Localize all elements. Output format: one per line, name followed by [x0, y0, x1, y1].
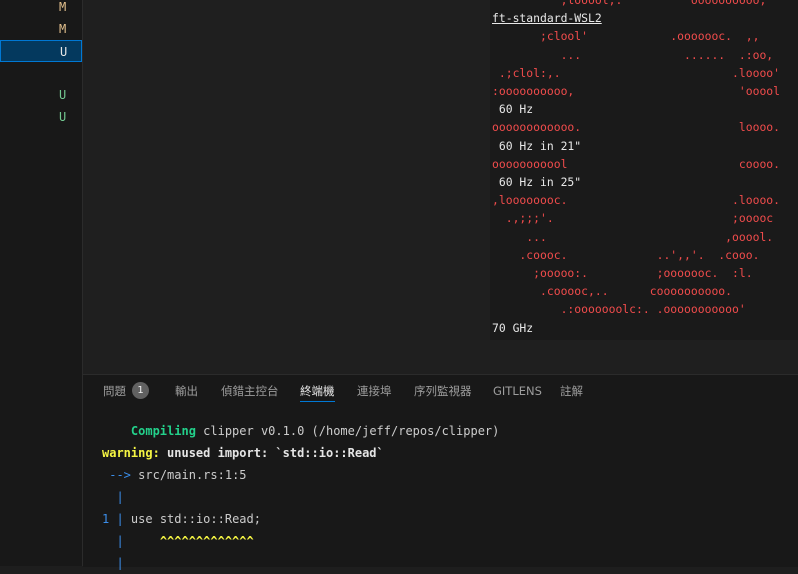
ascii-line: 60 Hz in 25": [498, 175, 582, 190]
bottom-panel: 問題 1 輸出 偵錯主控台 終端機 連接埠 序列監視器 GITLENS 註解 Co…: [83, 374, 798, 570]
ascii-line: .coooc. ..',,'. .cooo.: [519, 247, 760, 262]
tab-ports[interactable]: 連接埠: [357, 375, 392, 407]
ascii-line: ;ooooo:. ;ooooooc. :l.: [533, 266, 753, 281]
gutter-pipe: |: [116, 556, 124, 570]
ascii-line: ;clool' .ooooooc. ,,: [540, 29, 760, 44]
git-status-untracked: U: [59, 110, 67, 124]
tab-comments[interactable]: 註解: [560, 375, 583, 407]
tab-serial-monitor[interactable]: 序列監視器: [414, 375, 472, 407]
ascii-line: .cooooc,.. coooooooooo.: [540, 284, 733, 299]
tab-label: 連接埠: [357, 384, 392, 398]
ascii-line: ... ...... .:oo,: [560, 47, 774, 62]
terminal-line: warning: unused import: `std::io::Read`: [102, 442, 384, 464]
location-arrow: -->: [109, 468, 131, 482]
tab-label: 問題: [103, 384, 126, 398]
git-status-untracked: U: [60, 45, 68, 59]
ascii-line: ... ,ooool.: [526, 229, 774, 244]
source-line-number: 1: [102, 512, 110, 526]
tab-debug-console[interactable]: 偵錯主控台: [221, 375, 279, 407]
ascii-line: 70 GHz: [492, 320, 534, 335]
problems-count-badge: 1: [132, 382, 149, 399]
compiling-label: Compiling: [130, 424, 196, 438]
ascii-line: 60 Hz in 21": [498, 138, 582, 153]
gutter-pipe: |: [116, 534, 124, 548]
ascii-line: :oooooooooo, 'ooool: [492, 84, 781, 99]
explorer-file-row-selected[interactable]: U: [0, 40, 82, 62]
explorer-sidebar: M M U U U: [0, 0, 83, 566]
ascii-line: oooooooooooo. loooo.: [492, 120, 781, 135]
explorer-file-row[interactable]: M: [0, 0, 82, 18]
ascii-line: ooooooooool coooo.: [492, 156, 781, 171]
tab-gitlens[interactable]: GITLENS: [493, 375, 542, 407]
warning-location: src/main.rs:1:5: [130, 468, 247, 482]
gutter-pipe: |: [116, 512, 124, 526]
tab-label: 偵錯主控台: [221, 384, 279, 398]
tab-label: 終端機: [300, 384, 335, 398]
ascii-line: .':loooooo; ,oooooooooc: [492, 339, 726, 340]
git-status-modified: M: [59, 0, 67, 14]
ascii-art: ;looool;. oooooooooo, ft-standard-WSL2 ;…: [490, 0, 798, 340]
gutter-pipe: |: [116, 490, 124, 504]
ascii-line: .;clol:,. .loooo': [498, 65, 781, 80]
ascii-line: ft-standard-WSL2: [492, 11, 602, 26]
ascii-line: 60 Hz: [498, 102, 534, 117]
tab-label: 輸出: [175, 384, 198, 398]
tab-terminal[interactable]: 終端機: [300, 375, 335, 407]
terminal-line: --> src/main.rs:1:5: [102, 464, 247, 486]
image-preview: ;looool;. oooooooooo, ft-standard-WSL2 ;…: [490, 0, 798, 340]
explorer-file-row[interactable]: U: [0, 84, 82, 106]
terminal-line: | ^^^^^^^^^^^^^: [102, 530, 254, 552]
ascii-line: ;looool;. oooooooooo,: [560, 0, 767, 7]
git-status-modified: M: [59, 22, 67, 36]
terminal-line: 1 | use std::io::Read;: [102, 508, 261, 530]
compiling-text: clipper v0.1.0 (/home/jeff/repos/clipper…: [195, 424, 500, 438]
ascii-line: .:ooooooolc:. .ooooooooooo': [560, 302, 746, 317]
warning-text: unused import: `std::io::Read`: [159, 446, 384, 460]
ascii-line: .,;;;'. ;ooooc: [505, 211, 774, 226]
tab-problems[interactable]: 問題 1: [103, 375, 149, 407]
git-status-untracked: U: [59, 88, 67, 102]
warning-label: warning:: [102, 446, 160, 460]
terminal-line: |: [102, 486, 124, 508]
explorer-file-row[interactable]: M: [0, 18, 82, 40]
tab-label: GITLENS: [493, 384, 542, 398]
tab-label: 註解: [560, 384, 583, 398]
tab-label: 序列監視器: [414, 384, 472, 398]
panel-tab-bar: 問題 1 輸出 偵錯主控台 終端機 連接埠 序列監視器 GITLENS 註解: [83, 375, 798, 407]
tab-output[interactable]: 輸出: [175, 375, 198, 407]
explorer-file-row[interactable]: U: [0, 106, 82, 128]
terminal-line: Compiling clipper v0.1.0 (/home/jeff/rep…: [102, 420, 499, 442]
terminal-line: |: [102, 552, 124, 574]
warning-carets: ^^^^^^^^^^^^^: [159, 534, 254, 548]
ascii-line: ,loooooooc. .loooo.: [492, 193, 781, 208]
source-code: use std::io::Read;: [123, 512, 261, 526]
